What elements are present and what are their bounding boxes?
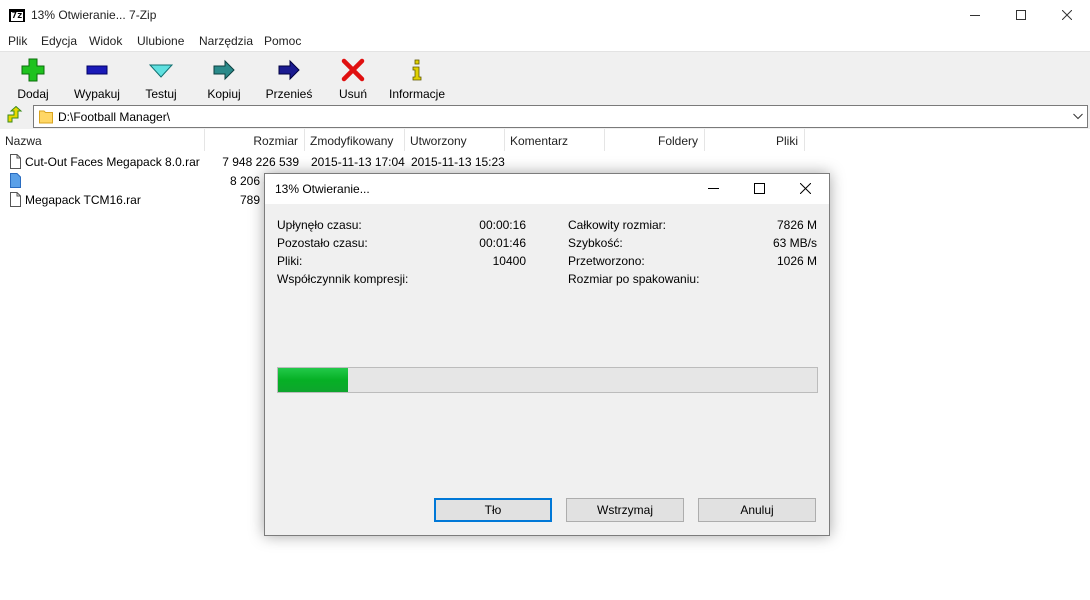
copy-button[interactable]: Kopiuj xyxy=(203,56,245,101)
move-arrow-icon xyxy=(278,59,300,81)
speed-value: 63 MB/s xyxy=(772,236,817,250)
column-files[interactable]: Pliki xyxy=(705,129,805,151)
menu-ulubione[interactable]: Ulubione xyxy=(137,34,184,48)
elapsed-label: Upłynęło czasu: xyxy=(277,218,362,232)
chevron-down-icon[interactable] xyxy=(1073,113,1083,120)
remaining-label: Pozostało czasu: xyxy=(277,236,368,250)
info-button[interactable]: Informacje xyxy=(386,56,448,101)
total-size-value: 7826 M xyxy=(776,218,817,232)
speed-label: Szybkość: xyxy=(568,236,623,250)
title-bar: 7z 13% Otwieranie... 7-Zip xyxy=(0,0,1090,31)
file-name: Megapack TCM16.rar xyxy=(25,193,141,207)
file-created: 2015-11-13 15:23 xyxy=(411,155,505,169)
file-icon xyxy=(10,154,21,169)
dialog-close-button[interactable] xyxy=(783,174,829,204)
extract-label: Wypakuj xyxy=(74,87,120,101)
files-label: Pliki: xyxy=(277,254,303,268)
remaining-value: 00:01:46 xyxy=(479,236,526,250)
minus-icon xyxy=(86,65,108,75)
info-label: Informacje xyxy=(388,87,446,101)
file-icon xyxy=(10,192,21,207)
menu-narzedzia[interactable]: Narzędzia xyxy=(199,34,253,48)
copy-label: Kopiuj xyxy=(207,87,241,101)
maximize-icon xyxy=(754,183,765,194)
menu-edycja[interactable]: Edycja xyxy=(41,34,77,48)
close-icon xyxy=(800,183,811,194)
minimize-icon xyxy=(970,15,980,16)
test-label: Testuj xyxy=(145,87,177,101)
processed-value: 1026 M xyxy=(776,254,817,268)
move-button[interactable]: Przenieś xyxy=(264,56,314,101)
test-button[interactable]: Testuj xyxy=(140,56,182,101)
menu-pomoc[interactable]: Pomoc xyxy=(264,34,301,48)
path-combobox[interactable]: D:\Football Manager\ xyxy=(33,105,1088,128)
close-icon xyxy=(1062,10,1072,20)
menu-plik[interactable]: Plik xyxy=(8,34,27,48)
plus-icon xyxy=(21,58,45,82)
address-bar: D:\Football Manager\ xyxy=(0,102,1090,129)
extract-button[interactable]: Wypakuj xyxy=(70,56,124,101)
column-comment[interactable]: Komentarz xyxy=(505,129,605,151)
minimize-icon xyxy=(708,188,719,189)
progress-dialog: 13% Otwieranie... Upłynęło czasu: Pozost… xyxy=(264,173,830,536)
progress-fill xyxy=(278,368,349,392)
delete-button[interactable]: Usuń xyxy=(334,56,372,101)
path-text: D:\Football Manager\ xyxy=(58,110,171,124)
total-size-label: Całkowity rozmiar: xyxy=(568,218,667,232)
processed-label: Przetworzono: xyxy=(568,254,645,268)
file-icon xyxy=(10,173,21,188)
up-folder-icon[interactable] xyxy=(5,106,23,124)
maximize-icon xyxy=(1016,10,1026,20)
info-icon xyxy=(412,59,422,81)
column-modified[interactable]: Zmodyfikowany xyxy=(305,129,405,151)
progress-bar xyxy=(277,367,818,393)
7z-app-icon: 7z xyxy=(9,9,25,22)
column-size[interactable]: Rozmiar xyxy=(205,129,305,151)
file-name: Cut-Out Faces Megapack 8.0.rar xyxy=(25,155,200,169)
move-label: Przenieś xyxy=(265,87,313,101)
file-size: 7 948 226 539 xyxy=(222,155,299,169)
dialog-minimize-button[interactable] xyxy=(691,174,737,204)
menu-bar: Plik Edycja Widok Ulubione Narzędzia Pom… xyxy=(0,31,1090,51)
dialog-title-bar: 13% Otwieranie... xyxy=(265,174,829,204)
elapsed-value: 00:00:16 xyxy=(479,218,526,232)
folder-icon xyxy=(39,110,53,124)
pause-button[interactable]: Wstrzymaj xyxy=(566,498,684,522)
column-folders[interactable]: Foldery xyxy=(605,129,705,151)
delete-label: Usuń xyxy=(338,87,367,101)
column-name[interactable]: Nazwa xyxy=(0,129,205,151)
packed-size-label: Rozmiar po spakowaniu: xyxy=(568,272,700,286)
add-button[interactable]: Dodaj xyxy=(12,56,54,101)
add-label: Dodaj xyxy=(17,87,49,101)
column-created[interactable]: Utworzony xyxy=(405,129,505,151)
toolbar: Dodaj Wypakuj Testuj Kopiuj Przenieś Usu… xyxy=(0,51,1090,102)
ratio-label: Współczynnik kompresji: xyxy=(277,272,409,286)
close-button[interactable] xyxy=(1044,0,1090,31)
cancel-button[interactable]: Anuluj xyxy=(698,498,816,522)
files-value: 10400 xyxy=(492,254,526,268)
window-title: 13% Otwieranie... 7-Zip xyxy=(31,8,157,22)
background-button[interactable]: Tło xyxy=(434,498,552,522)
minimize-button[interactable] xyxy=(952,0,998,31)
dialog-title: 13% Otwieranie... xyxy=(275,182,370,196)
menu-widok[interactable]: Widok xyxy=(89,34,122,48)
test-chevron-icon xyxy=(149,64,173,78)
dialog-maximize-button[interactable] xyxy=(737,174,783,204)
copy-arrow-icon xyxy=(213,59,235,81)
file-modified: 2015-11-13 17:04 xyxy=(311,155,405,169)
file-row[interactable]: Cut-Out Faces Megapack 8.0.rar 7 948 226… xyxy=(0,153,1090,172)
maximize-button[interactable] xyxy=(998,0,1044,31)
delete-x-icon xyxy=(341,58,365,82)
